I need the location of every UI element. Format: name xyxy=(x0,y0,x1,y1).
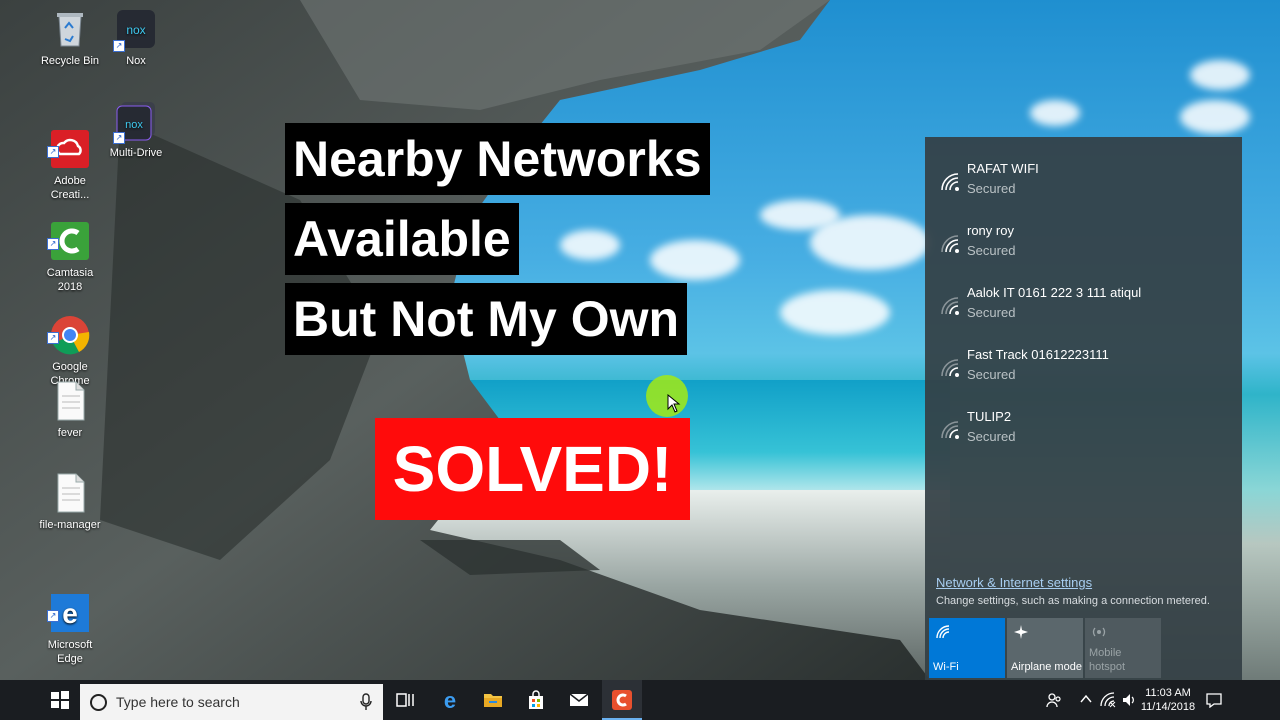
wifi-signal-icon xyxy=(941,359,959,377)
network-settings-description: Change settings, such as making a connec… xyxy=(936,595,1210,607)
document-icon xyxy=(49,380,91,422)
taskbar-clock[interactable]: 11:03 AM 11/14/2018 xyxy=(1138,686,1198,714)
shortcut-arrow-icon: ↗ xyxy=(47,146,59,158)
quick-action-label: Wi-Fi xyxy=(933,661,959,673)
network-name: Aalok IT 0161 222 3 111 atiqul xyxy=(967,285,1142,300)
document-icon xyxy=(49,472,91,514)
desktop-icon-microsoft-edge[interactable]: e ↗ Microsoft Edge xyxy=(28,564,112,680)
desktop-icon-label: Multi-Drive xyxy=(109,147,163,159)
camtasia-icon xyxy=(612,690,632,710)
desktop-icon-multi-drive[interactable]: nox ↗ Multi-Drive xyxy=(94,100,178,160)
shortcut-arrow-icon: ↗ xyxy=(47,610,59,622)
clock-time: 11:03 AM xyxy=(1145,687,1191,699)
quick-action-mobile-hotspot[interactable]: Mobile hotspot xyxy=(1085,618,1161,678)
people-icon[interactable] xyxy=(1046,692,1062,708)
search-placeholder: Type here to search xyxy=(116,694,240,710)
network-status: Secured xyxy=(967,429,1016,444)
network-item[interactable]: RAFAT WIFI Secured xyxy=(925,157,1242,219)
camtasia-icon: ↗ xyxy=(47,206,91,260)
edge-icon: e ↗ xyxy=(47,578,91,632)
desktop-icon-label: Nox xyxy=(126,55,146,67)
quick-action-label: Mobile hotspot xyxy=(1089,647,1126,673)
network-status: Secured xyxy=(967,367,1016,382)
quick-action-label: Airplane mode xyxy=(1011,661,1082,673)
search-icon xyxy=(90,694,107,711)
mail-icon xyxy=(569,693,589,706)
shortcut-arrow-icon: ↗ xyxy=(113,40,125,52)
svg-text:e: e xyxy=(444,690,456,710)
wifi-signal-icon xyxy=(941,421,959,439)
caption-line-2: Available xyxy=(285,203,519,275)
shortcut-arrow-icon: ↗ xyxy=(47,238,59,250)
nox-multi-drive-icon: nox ↗ xyxy=(113,100,157,144)
network-status: Secured xyxy=(967,305,1016,320)
taskbar-edge[interactable]: e xyxy=(430,680,470,720)
network-item[interactable]: Fast Track 01612223111 Secured xyxy=(925,343,1242,405)
chrome-icon: ↗ xyxy=(47,300,91,355)
airplane-icon xyxy=(1014,625,1028,639)
taskbar-camtasia[interactable] xyxy=(602,680,642,720)
network-item[interactable]: rony roy Secured xyxy=(925,219,1242,281)
taskbar-mail[interactable] xyxy=(559,680,599,720)
adobe-creative-cloud-icon: ↗ xyxy=(47,114,91,168)
network-settings-link[interactable]: Network & Internet settings xyxy=(936,575,1092,590)
recycle-bin-icon xyxy=(49,8,91,50)
network-item[interactable]: TULIP2 Secured xyxy=(925,405,1242,467)
network-name: RAFAT WIFI xyxy=(967,161,1039,176)
desktop-icon-label: fever xyxy=(57,427,83,439)
volume-icon[interactable] xyxy=(1122,693,1136,707)
windows-start-icon[interactable] xyxy=(50,690,70,710)
taskbar-search-box[interactable]: Type here to search xyxy=(80,684,383,720)
edge-icon: e xyxy=(444,690,456,710)
wifi-tray-icon[interactable] xyxy=(1100,692,1116,708)
wifi-icon xyxy=(936,625,950,639)
svg-text:nox: nox xyxy=(125,119,143,131)
file-explorer-icon xyxy=(484,694,502,707)
desktop-icon-label: Microsoft Edge xyxy=(47,639,93,665)
network-status: Secured xyxy=(967,181,1016,196)
task-view-icon xyxy=(396,693,414,707)
taskbar-file-explorer[interactable] xyxy=(473,680,513,720)
network-name: rony roy xyxy=(967,223,1014,238)
wifi-signal-icon xyxy=(941,297,959,315)
network-status: Secured xyxy=(967,243,1016,258)
action-center-icon[interactable] xyxy=(1206,692,1222,708)
nox-icon: nox ↗ xyxy=(113,8,157,52)
network-name: TULIP2 xyxy=(967,409,1012,424)
wifi-signal-icon xyxy=(941,235,959,253)
taskbar-store[interactable] xyxy=(516,680,556,720)
mouse-pointer-icon xyxy=(667,394,681,413)
desktop-icon-file-manager[interactable]: file-manager xyxy=(28,472,112,532)
taskbar-task-view[interactable] xyxy=(385,680,425,720)
caption-line-3: But Not My Own xyxy=(285,283,688,355)
network-item[interactable]: Aalok IT 0161 222 3 111 atiqul Secured xyxy=(925,281,1242,343)
network-flyout: RAFAT WIFI Secured rony roy Secured Aalo… xyxy=(925,137,1242,680)
shortcut-arrow-icon: ↗ xyxy=(113,132,125,144)
quick-action-airplane-mode[interactable]: Airplane mode xyxy=(1007,618,1083,678)
desktop-icon-nox[interactable]: nox ↗ Nox xyxy=(94,8,178,68)
caption-line-1: Nearby Networks xyxy=(285,123,710,195)
svg-text:nox: nox xyxy=(126,23,145,37)
solved-badge: SOLVED! xyxy=(375,418,690,520)
microphone-icon[interactable] xyxy=(360,693,372,711)
store-icon xyxy=(529,690,543,709)
svg-text:e: e xyxy=(62,598,78,629)
chevron-up-icon[interactable] xyxy=(1080,694,1092,704)
quick-action-wifi[interactable]: Wi-Fi xyxy=(929,618,1005,678)
desktop-icon-fever[interactable]: fever xyxy=(28,380,112,440)
shortcut-arrow-icon: ↗ xyxy=(47,332,59,344)
desktop-icon-label: file-manager xyxy=(39,519,101,531)
network-name: Fast Track 01612223111 xyxy=(967,347,1109,362)
hotspot-icon xyxy=(1092,627,1106,637)
clock-date: 11/14/2018 xyxy=(1140,701,1196,713)
wifi-signal-icon xyxy=(941,173,959,191)
